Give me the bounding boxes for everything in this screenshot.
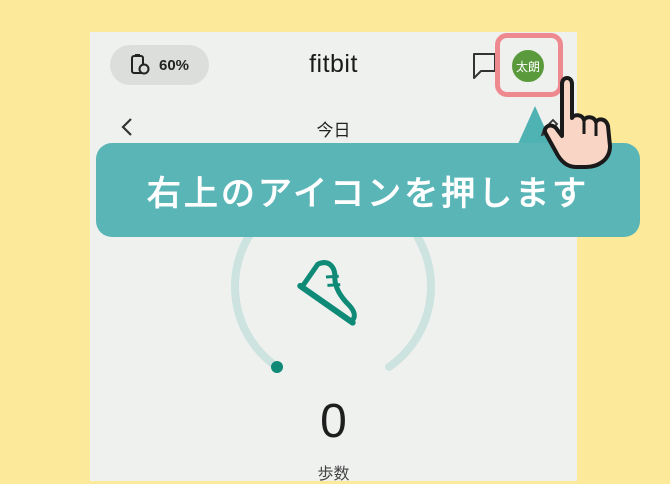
shoe-icon [297,260,357,326]
steps-count: 0 [320,395,347,448]
steps-label: 歩数 [317,464,350,483]
steps-progress-dot [271,361,283,373]
pointing-hand-icon [543,76,612,169]
instruction-text: 右上のアイコンを押します [146,173,590,214]
